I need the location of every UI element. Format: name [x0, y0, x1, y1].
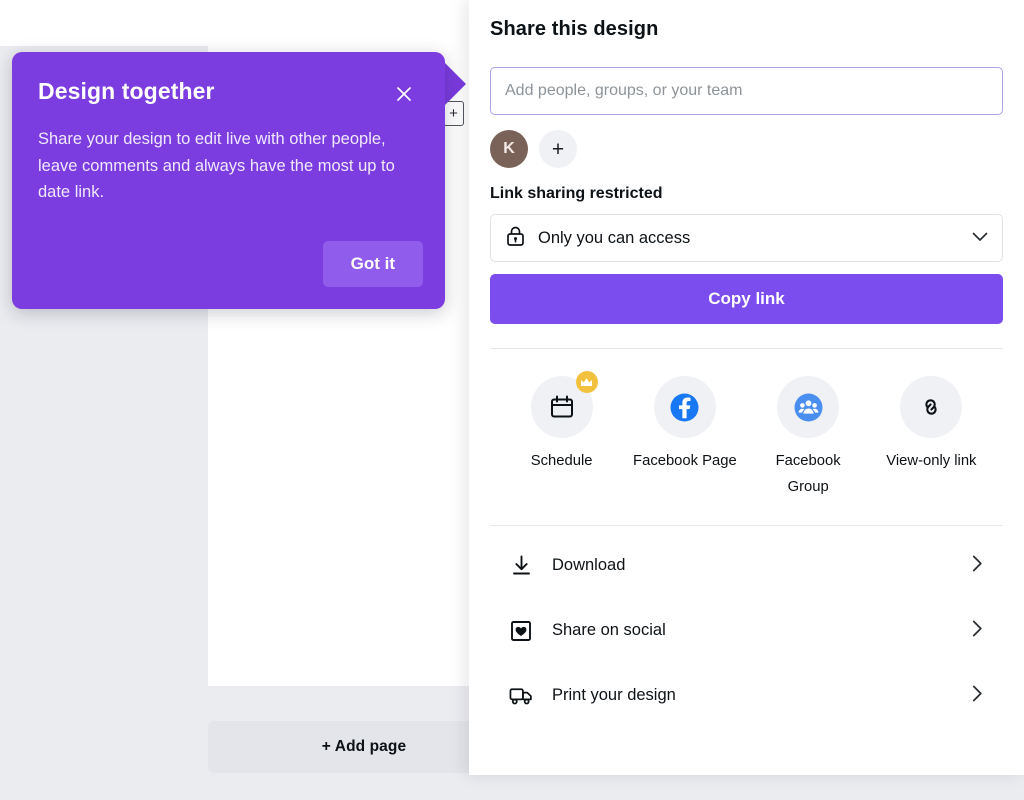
lock-icon-glyph	[507, 226, 524, 246]
menu-item-share-on-social[interactable]: Share on social	[490, 598, 1003, 663]
share-panel: Share this design K + Link sharing restr…	[469, 0, 1024, 775]
access-level-select[interactable]: Only you can access	[490, 214, 1003, 262]
menu-item-download[interactable]: Download	[490, 533, 1003, 598]
coachmark-title: Design together	[38, 78, 215, 104]
chevron-right-icon	[972, 555, 983, 577]
coachmark-body-text: Share your design to edit live with othe…	[38, 130, 395, 202]
collaborator-row: K +	[490, 130, 1003, 168]
chevron-down-glyph	[972, 232, 988, 241]
facebook-icon	[653, 376, 716, 438]
lock-icon	[505, 225, 526, 252]
facebook-group-icon	[777, 376, 840, 438]
heart-square-icon	[509, 620, 533, 642]
quick-share-label: Facebook Page	[633, 453, 737, 469]
heart-square-icon-glyph	[511, 620, 531, 641]
menu-item-label: Share on social	[552, 621, 666, 639]
coachmark-header: Design together	[38, 78, 417, 107]
quick-share-schedule[interactable]: Schedule	[500, 371, 623, 525]
design-together-coachmark: Design together Share your design to edi…	[12, 52, 445, 309]
quick-share-row: Schedule Facebook Page Facebook Group Vi…	[490, 349, 1003, 525]
quick-share-facebook-group[interactable]: Facebook Group	[747, 376, 870, 525]
download-icon	[509, 554, 533, 577]
quick-share-view-only-link[interactable]: View-only link	[870, 376, 993, 525]
calendar-icon-glyph	[550, 395, 573, 418]
quick-share-label: Facebook Group	[775, 453, 841, 495]
avatar[interactable]: K	[490, 130, 528, 168]
plus-glyph: +	[449, 105, 458, 122]
truck-icon	[509, 685, 533, 706]
chevron-right-icon	[972, 685, 983, 707]
quick-share-label: Schedule	[530, 453, 593, 469]
editor-root: + + Add page Design together Share your …	[0, 0, 1024, 800]
add-collaborator-button[interactable]: +	[539, 130, 577, 168]
access-level-value: Only you can access	[538, 228, 691, 247]
link-chain-icon	[900, 376, 963, 438]
crown-icon-glyph	[581, 377, 593, 386]
link-chain-icon-glyph	[925, 399, 938, 415]
got-it-button[interactable]: Got it	[322, 241, 423, 287]
download-icon-glyph	[512, 555, 530, 575]
add-page-label: + Add page	[321, 738, 407, 755]
chevron-right-icon	[972, 620, 983, 642]
chevron-down-icon	[972, 229, 988, 247]
panel-title: Share this design	[490, 18, 659, 40]
chevron-right-glyph	[972, 685, 982, 701]
facebook-group-icon-glyph	[794, 393, 823, 421]
facebook-icon-glyph	[670, 393, 699, 421]
share-menu-list: Download Share on social Print your desi…	[490, 526, 1003, 728]
truck-icon-glyph	[509, 688, 532, 705]
chevron-right-glyph	[972, 555, 982, 571]
close-icon-glyph	[397, 87, 411, 101]
add-people-input[interactable]	[490, 67, 1003, 115]
chevron-right-glyph	[972, 620, 982, 636]
coachmark-pointer-arrow	[444, 62, 466, 106]
quick-share-label: View-only link	[886, 453, 977, 469]
link-sharing-label: Link sharing restricted	[490, 185, 663, 202]
quick-share-facebook-page[interactable]: Facebook Page	[623, 376, 746, 525]
menu-item-label: Print your design	[552, 686, 676, 704]
close-icon[interactable]	[391, 81, 417, 107]
calendar-icon	[530, 371, 598, 438]
crown-icon	[575, 371, 598, 393]
copy-link-button[interactable]: Copy link	[490, 274, 1003, 324]
menu-item-label: Download	[552, 556, 626, 574]
menu-item-print-your-design[interactable]: Print your design	[490, 663, 1003, 728]
